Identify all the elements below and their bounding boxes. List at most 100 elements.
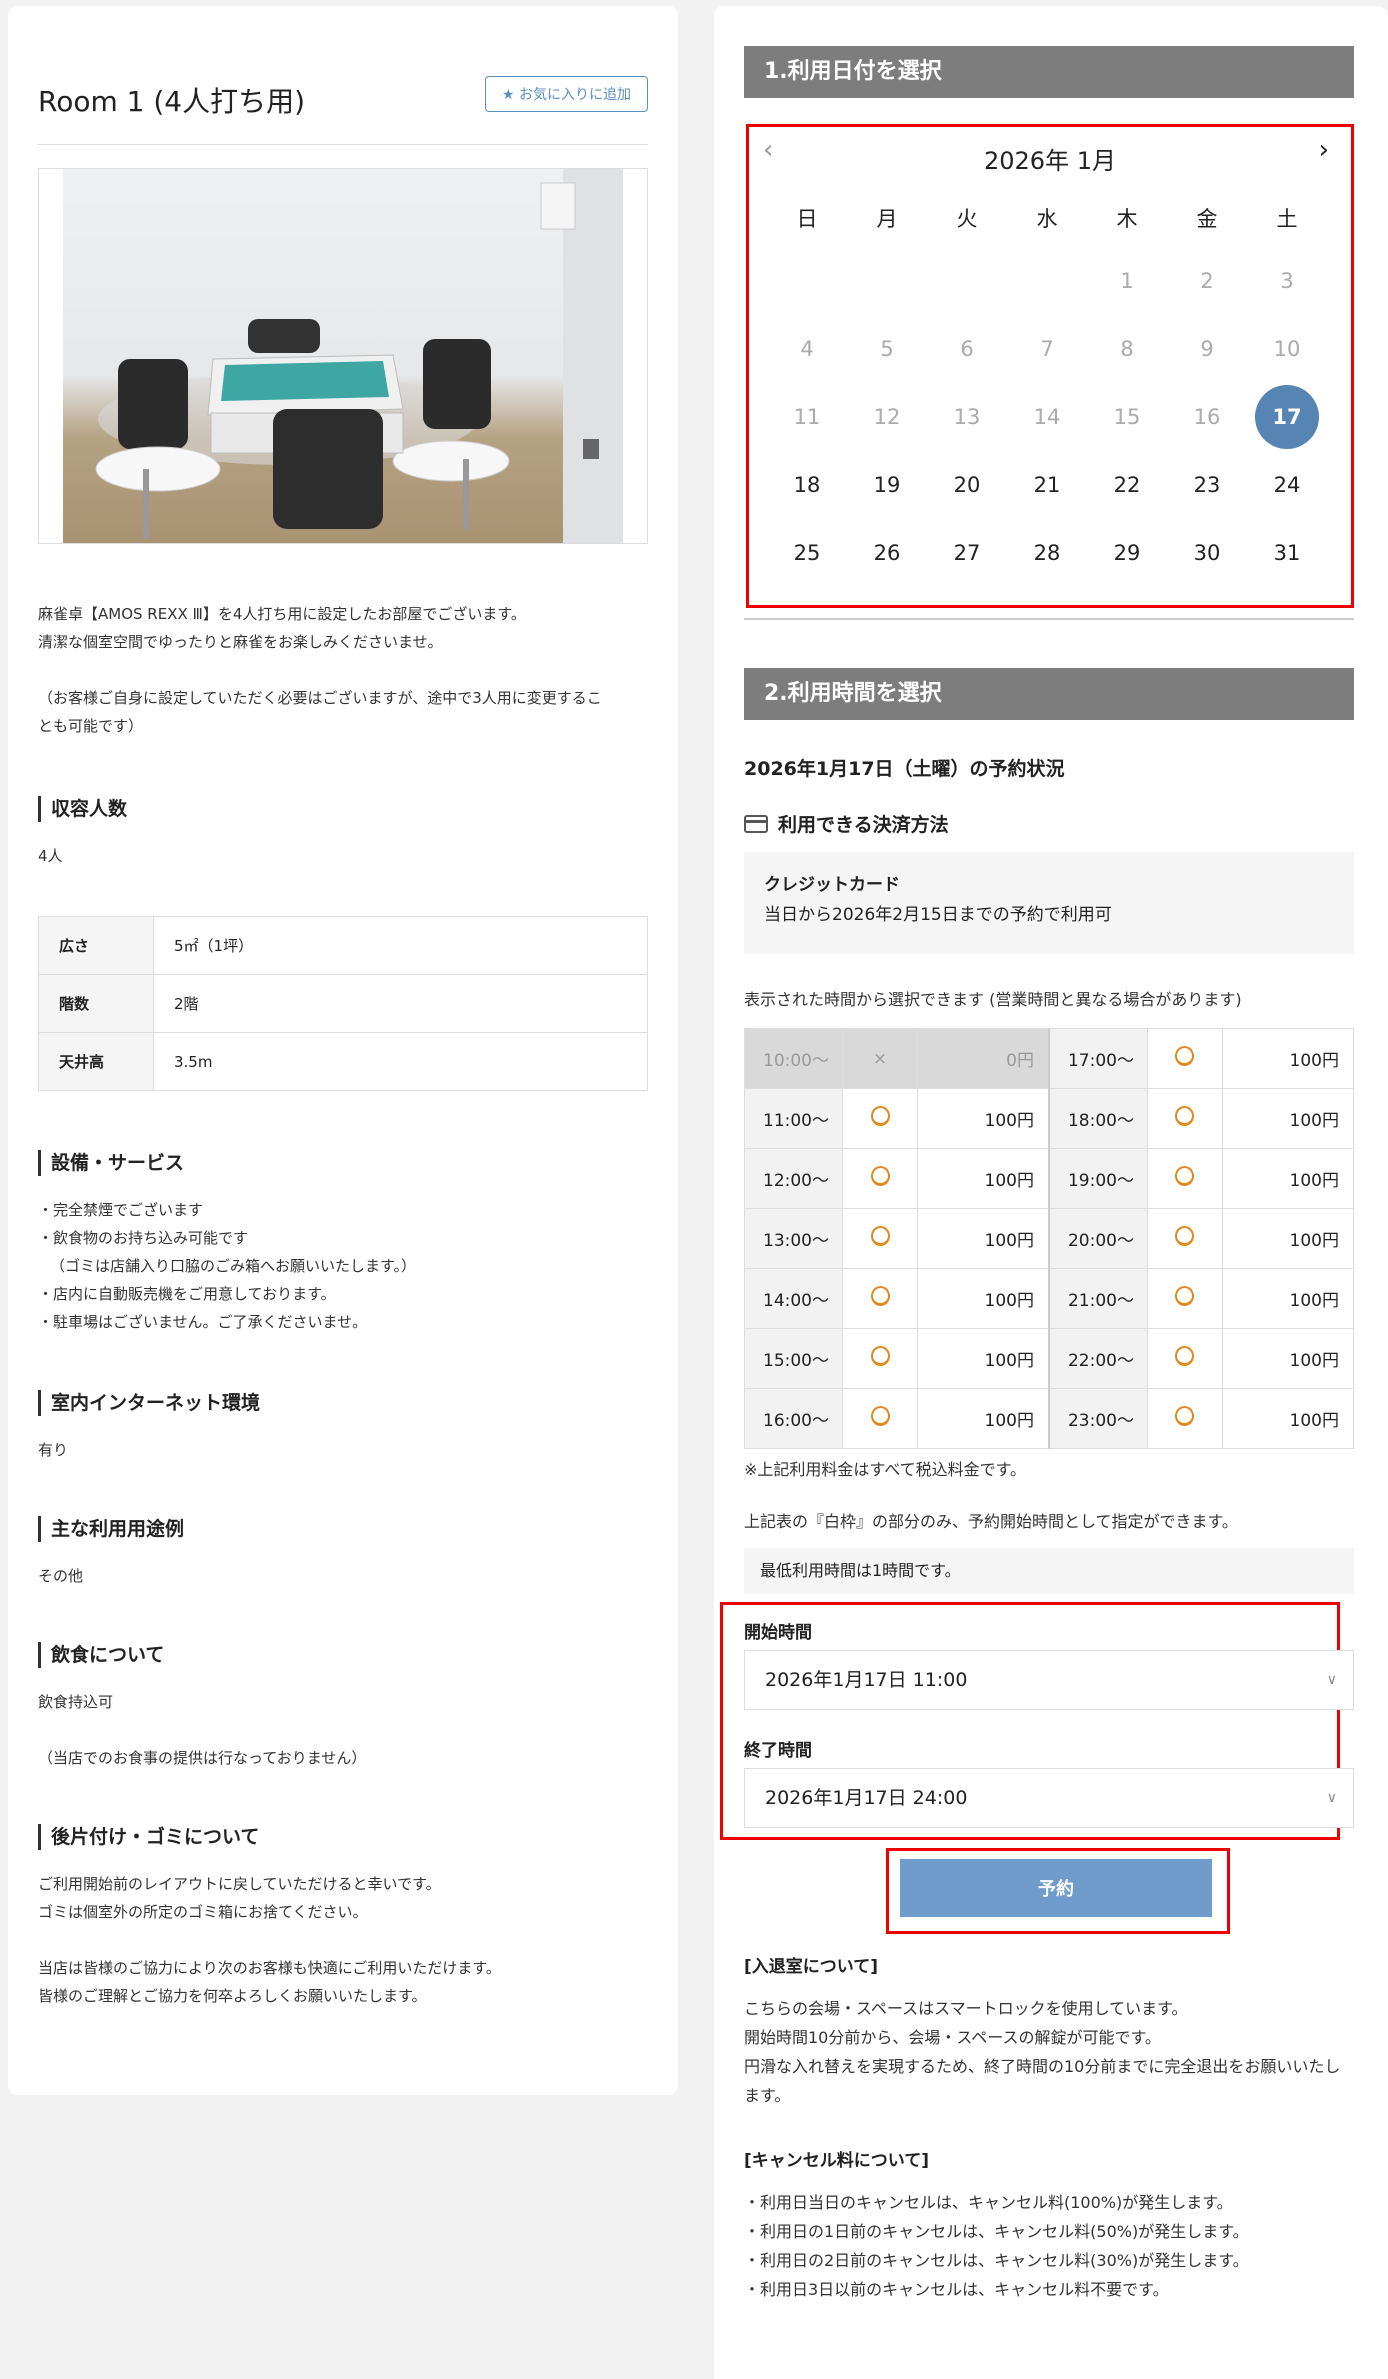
available-circle-icon	[870, 1226, 890, 1246]
white-frame-note: 上記表の『白枠』の部分のみ、予約開始時間として指定ができます。	[744, 1512, 1238, 1531]
slot-price: 100円	[916, 1328, 1050, 1389]
spec-value: 2階	[153, 974, 648, 1033]
spec-key: 天井高	[38, 1032, 154, 1091]
slot-available-mark	[1147, 1088, 1223, 1149]
calendar-weekday: 金	[1196, 207, 1218, 231]
calendar-day[interactable]: 31	[1247, 541, 1327, 565]
calendar-day[interactable]: 30	[1167, 541, 1247, 565]
available-circle-icon	[1175, 1286, 1195, 1306]
food-heading: 飲食について	[38, 1642, 164, 1668]
list-item: （ゴミは店舗入り口脇のごみ箱へお願いいたします。）	[50, 1257, 417, 1275]
room-description: 麻雀卓【AMOS REXX Ⅲ】を4人打ち用に設定したお部屋でございます。 清潔…	[38, 600, 602, 740]
calendar-day: 7	[1040, 337, 1054, 361]
calendar-day: 4	[800, 337, 814, 361]
calendar-day[interactable]: 22	[1087, 473, 1167, 497]
slot-available-mark	[842, 1088, 918, 1149]
slot-time[interactable]: 12:00〜	[743, 1148, 844, 1209]
slot-time[interactable]: 17:00〜	[1048, 1028, 1149, 1089]
spec-table: 広さ 5㎡（1坪） 階数 2階 天井高 3.5m	[38, 916, 648, 1091]
slot-time[interactable]: 21:00〜	[1048, 1268, 1149, 1329]
slot-time[interactable]: 23:00〜	[1048, 1388, 1149, 1449]
calendar-day[interactable]: 21	[1007, 473, 1087, 497]
reservation-status-heading: 2026年1月17日（土曜）の予約状況	[744, 758, 1065, 780]
slot-available-mark	[842, 1388, 918, 1449]
cancel-line: ・利用日の1日前のキャンセルは、キャンセル料(50%)が発生します。	[744, 2222, 1249, 2241]
slot-time[interactable]: 19:00〜	[1048, 1148, 1149, 1209]
calendar-day[interactable]: 18	[767, 473, 847, 497]
slot-time[interactable]: 15:00〜	[743, 1328, 844, 1389]
slot-price: 100円	[916, 1148, 1050, 1209]
slot-time[interactable]: 14:00〜	[743, 1268, 844, 1329]
slot-time[interactable]: 13:00〜	[743, 1208, 844, 1269]
calendar-prev-icon[interactable]: ‹	[763, 135, 773, 165]
credit-card-icon	[744, 815, 768, 833]
slot-time[interactable]: 20:00〜	[1048, 1208, 1149, 1269]
tax-note: ※上記利用料金はすべて税込料金です。	[744, 1460, 1027, 1479]
calendar-selected-day[interactable]: 17	[1255, 385, 1319, 449]
entry-text: こちらの会場・スペースはスマートロックを使用しています。 開始時間10分前から、…	[744, 1994, 1354, 2110]
cleanup-line: ご利用開始前のレイアウトに戻していただけると幸いです。	[38, 1875, 441, 1893]
table-row: 階数 2階	[38, 974, 648, 1033]
cancel-line: ・利用日当日のキャンセルは、キャンセル料(100%)が発生します。	[744, 2193, 1233, 2212]
room-photo	[63, 169, 623, 543]
spec-value: 3.5m	[153, 1032, 648, 1091]
calendar-day: 14	[1033, 405, 1061, 429]
slot-time[interactable]: 16:00〜	[743, 1388, 844, 1449]
calendar-day[interactable]: 27	[927, 541, 1007, 565]
calendar-day[interactable]: 29	[1087, 541, 1167, 565]
calendar-day[interactable]: 26	[847, 541, 927, 565]
calendar-day: 1	[1120, 269, 1134, 293]
end-time-select[interactable]: 2026年1月17日 24:00 ∨	[744, 1768, 1354, 1828]
slot-time[interactable]: 22:00〜	[1048, 1328, 1149, 1389]
calendar-day: 3	[1280, 269, 1294, 293]
calendar-day[interactable]: 17	[1247, 385, 1327, 449]
slot-time[interactable]: 11:00〜	[743, 1088, 844, 1149]
calendar-day[interactable]: 25	[767, 541, 847, 565]
calendar-day[interactable]: 19	[847, 473, 927, 497]
calendar-day[interactable]: 23	[1167, 473, 1247, 497]
available-circle-icon	[1175, 1346, 1195, 1366]
slot-available-mark	[1147, 1388, 1223, 1449]
table-row: 16:00〜 100円 23:00〜 100円	[743, 1388, 1355, 1449]
description-line: 麻雀卓【AMOS REXX Ⅲ】を4人打ち用に設定したお部屋でございます。	[38, 605, 526, 623]
calendar: 2026年 1月 ‹ › 日月火水木金土 1 2 3 4 5 6 7 8 9 10 11 12 13 14 1…	[746, 124, 1354, 608]
min-time-box: 最低利用時間は1時間です。	[744, 1548, 1354, 1594]
calendar-weekday-row: 日月火水木金土	[767, 189, 1327, 247]
available-circle-icon	[1175, 1226, 1195, 1246]
slot-unavailable-mark: ×	[842, 1028, 918, 1089]
payment-heading: 利用できる決済方法	[744, 810, 949, 837]
time-select-note: 表示された時間から選択できます (営業時間と異なる場合があります)	[744, 990, 1242, 1009]
calendar-next-icon[interactable]: ›	[1319, 135, 1329, 165]
calendar-day: 8	[1120, 337, 1134, 361]
calendar-day: 11	[793, 405, 821, 429]
table-row: 12:00〜 100円 19:00〜 100円	[743, 1148, 1355, 1209]
available-circle-icon	[1175, 1406, 1195, 1426]
slot-available-mark	[842, 1148, 918, 1209]
calendar-day: 5	[880, 337, 894, 361]
room-photo-frame	[38, 168, 648, 544]
payment-heading-label: 利用できる決済方法	[778, 814, 949, 836]
table-row: 11:00〜 100円 18:00〜 100円	[743, 1088, 1355, 1149]
available-circle-icon	[870, 1406, 890, 1426]
calendar-day[interactable]: 24	[1247, 473, 1327, 497]
calendar-day[interactable]: 28	[1007, 541, 1087, 565]
slot-time[interactable]: 18:00〜	[1048, 1088, 1149, 1149]
slot-price: 100円	[1221, 1148, 1355, 1209]
cleanup-line: ゴミは個室外の所定のゴミ箱にお捨てください。	[38, 1903, 368, 1921]
calendar-day: 13	[953, 405, 981, 429]
slot-price: 100円	[1221, 1268, 1355, 1329]
reserve-button[interactable]: 予約	[900, 1859, 1212, 1917]
slot-price: 0円	[916, 1028, 1050, 1089]
list-item: ・飲食物のお持ち込み可能です	[38, 1229, 249, 1247]
available-circle-icon	[1175, 1046, 1195, 1066]
calendar-day[interactable]: 20	[927, 473, 1007, 497]
calendar-day: 2	[1200, 269, 1214, 293]
slot-price: 100円	[916, 1208, 1050, 1269]
table-row: 広さ 5㎡（1坪）	[38, 916, 648, 975]
slot-price: 100円	[1221, 1208, 1355, 1269]
add-favorite-button[interactable]: ★ お気に入りに追加	[484, 76, 648, 112]
calendar-week-row: 25 26 27 28 29 30 31	[767, 519, 1327, 587]
calendar-grid: 日月火水木金土 1 2 3 4 5 6 7 8 9 10 11 12 13 14 15 16 17 18 19 20 21…	[767, 189, 1327, 587]
entry-line: 開始時間10分前から、会場・スペースの解錠が可能です。	[744, 2028, 1161, 2047]
start-time-select[interactable]: 2026年1月17日 11:00 ∨	[744, 1650, 1354, 1710]
